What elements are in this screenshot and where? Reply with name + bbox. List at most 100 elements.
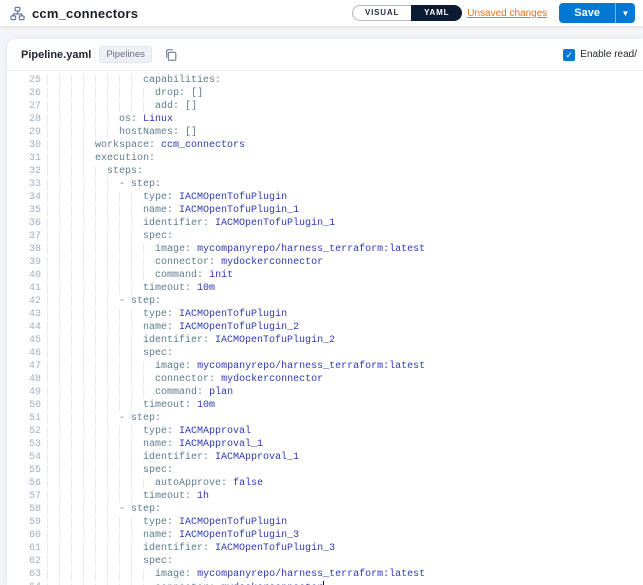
code-line[interactable]: 37 spec: — [7, 230, 643, 243]
line-number[interactable]: 56 — [7, 477, 47, 490]
line-number[interactable]: 61 — [7, 542, 47, 555]
code-text[interactable]: - step: — [47, 412, 643, 425]
line-number[interactable]: 32 — [7, 165, 47, 178]
code-line[interactable]: 27 add: [] — [7, 100, 643, 113]
code-line[interactable]: 35 name: IACMOpenTofuPlugin_1 — [7, 204, 643, 217]
code-text[interactable]: spec: — [47, 555, 643, 568]
line-number[interactable]: 42 — [7, 295, 47, 308]
line-number[interactable]: 52 — [7, 425, 47, 438]
code-text[interactable]: name: IACMOpenTofuPlugin_3 — [47, 529, 643, 542]
line-number[interactable]: 49 — [7, 386, 47, 399]
line-number[interactable]: 55 — [7, 464, 47, 477]
code-line[interactable]: 50 timeout: 10m — [7, 399, 643, 412]
line-number[interactable]: 27 — [7, 100, 47, 113]
code-text[interactable]: autoApprove: false — [47, 477, 643, 490]
code-text[interactable]: name: IACMApproval_1 — [47, 438, 643, 451]
line-number[interactable]: 25 — [7, 74, 47, 87]
code-line[interactable]: 32 steps: — [7, 165, 643, 178]
code-line[interactable]: 39 connector: mydockerconnector — [7, 256, 643, 269]
line-number[interactable]: 43 — [7, 308, 47, 321]
code-line[interactable]: 52 type: IACMApproval — [7, 425, 643, 438]
line-number[interactable]: 29 — [7, 126, 47, 139]
code-line[interactable]: 41 timeout: 10m — [7, 282, 643, 295]
code-line[interactable]: 33 - step: — [7, 178, 643, 191]
code-text[interactable]: identifier: IACMOpenTofuPlugin_1 — [47, 217, 643, 230]
code-text[interactable]: timeout: 10m — [47, 399, 643, 412]
unsaved-changes-link[interactable]: Unsaved changes — [467, 8, 547, 19]
code-text[interactable]: hostNames: [] — [47, 126, 643, 139]
line-number[interactable]: 58 — [7, 503, 47, 516]
code-line[interactable]: 29 hostNames: [] — [7, 126, 643, 139]
code-line[interactable]: 63 image: mycompanyrepo/harness_terrafor… — [7, 568, 643, 581]
code-line[interactable]: 38 image: mycompanyrepo/harness_terrafor… — [7, 243, 643, 256]
line-number[interactable]: 63 — [7, 568, 47, 581]
code-line[interactable]: 48 connector: mydockerconnector — [7, 373, 643, 386]
visual-toggle-button[interactable]: VISUAL — [352, 5, 411, 21]
code-text[interactable]: timeout: 10m — [47, 282, 643, 295]
code-line[interactable]: 57 timeout: 1h — [7, 490, 643, 503]
code-text[interactable]: image: mycompanyrepo/harness_terraform:l… — [47, 243, 643, 256]
code-text[interactable]: steps: — [47, 165, 643, 178]
code-text[interactable]: image: mycompanyrepo/harness_terraform:l… — [47, 568, 643, 581]
code-text[interactable]: command: init — [47, 269, 643, 282]
code-text[interactable]: - step: — [47, 178, 643, 191]
line-number[interactable]: 51 — [7, 412, 47, 425]
copy-icon[interactable] — [164, 48, 178, 62]
yaml-code-editor[interactable]: 25 capabilities:26 drop: []27 add: []28 … — [7, 71, 643, 585]
line-number[interactable]: 64 — [7, 581, 47, 585]
code-text[interactable]: - step: — [47, 503, 643, 516]
line-number[interactable]: 26 — [7, 87, 47, 100]
save-button[interactable]: Save — [559, 3, 615, 23]
code-text[interactable]: name: IACMOpenTofuPlugin_2 — [47, 321, 643, 334]
line-number[interactable]: 38 — [7, 243, 47, 256]
code-line[interactable]: 47 image: mycompanyrepo/harness_terrafor… — [7, 360, 643, 373]
yaml-toggle-button[interactable]: YAML — [411, 5, 462, 21]
code-line[interactable]: 46 spec: — [7, 347, 643, 360]
line-number[interactable]: 41 — [7, 282, 47, 295]
line-number[interactable]: 45 — [7, 334, 47, 347]
code-line[interactable]: 62 spec: — [7, 555, 643, 568]
code-line[interactable]: 25 capabilities: — [7, 74, 643, 87]
code-line[interactable]: 44 name: IACMOpenTofuPlugin_2 — [7, 321, 643, 334]
line-number[interactable]: 31 — [7, 152, 47, 165]
code-line[interactable]: 34 type: IACMOpenTofuPlugin — [7, 191, 643, 204]
line-number[interactable]: 39 — [7, 256, 47, 269]
line-number[interactable]: 46 — [7, 347, 47, 360]
line-number[interactable]: 44 — [7, 321, 47, 334]
code-text[interactable]: type: IACMApproval — [47, 425, 643, 438]
line-number[interactable]: 33 — [7, 178, 47, 191]
code-line[interactable]: 51 - step: — [7, 412, 643, 425]
line-number[interactable]: 36 — [7, 217, 47, 230]
code-line[interactable]: 42 - step: — [7, 295, 643, 308]
code-text[interactable]: type: IACMOpenTofuPlugin — [47, 516, 643, 529]
code-text[interactable]: spec: — [47, 464, 643, 477]
code-text[interactable]: add: [] — [47, 100, 643, 113]
code-text[interactable]: connector: mydockerconnector — [47, 581, 643, 585]
line-number[interactable]: 37 — [7, 230, 47, 243]
code-line[interactable]: 49 command: plan — [7, 386, 643, 399]
code-text[interactable]: identifier: IACMOpenTofuPlugin_3 — [47, 542, 643, 555]
line-number[interactable]: 60 — [7, 529, 47, 542]
code-text[interactable]: connector: mydockerconnector — [47, 256, 643, 269]
code-text[interactable]: command: plan — [47, 386, 643, 399]
line-number[interactable]: 54 — [7, 451, 47, 464]
code-line[interactable]: 40 command: init — [7, 269, 643, 282]
code-text[interactable]: identifier: IACMOpenTofuPlugin_2 — [47, 334, 643, 347]
code-line[interactable]: 55 spec: — [7, 464, 643, 477]
code-line[interactable]: 45 identifier: IACMOpenTofuPlugin_2 — [7, 334, 643, 347]
code-text[interactable]: identifier: IACMApproval_1 — [47, 451, 643, 464]
code-line[interactable]: 61 identifier: IACMOpenTofuPlugin_3 — [7, 542, 643, 555]
code-line[interactable]: 43 type: IACMOpenTofuPlugin — [7, 308, 643, 321]
code-text[interactable]: os: Linux — [47, 113, 643, 126]
code-line[interactable]: 28 os: Linux — [7, 113, 643, 126]
line-number[interactable]: 59 — [7, 516, 47, 529]
code-text[interactable]: drop: [] — [47, 87, 643, 100]
code-line[interactable]: 53 name: IACMApproval_1 — [7, 438, 643, 451]
code-text[interactable]: execution: — [47, 152, 643, 165]
code-text[interactable]: capabilities: — [47, 74, 643, 87]
code-text[interactable]: workspace: ccm_connectors — [47, 139, 643, 152]
code-line[interactable]: 30 workspace: ccm_connectors — [7, 139, 643, 152]
line-number[interactable]: 57 — [7, 490, 47, 503]
save-dropdown-caret[interactable]: ▼ — [615, 3, 635, 23]
code-text[interactable]: type: IACMOpenTofuPlugin — [47, 191, 643, 204]
